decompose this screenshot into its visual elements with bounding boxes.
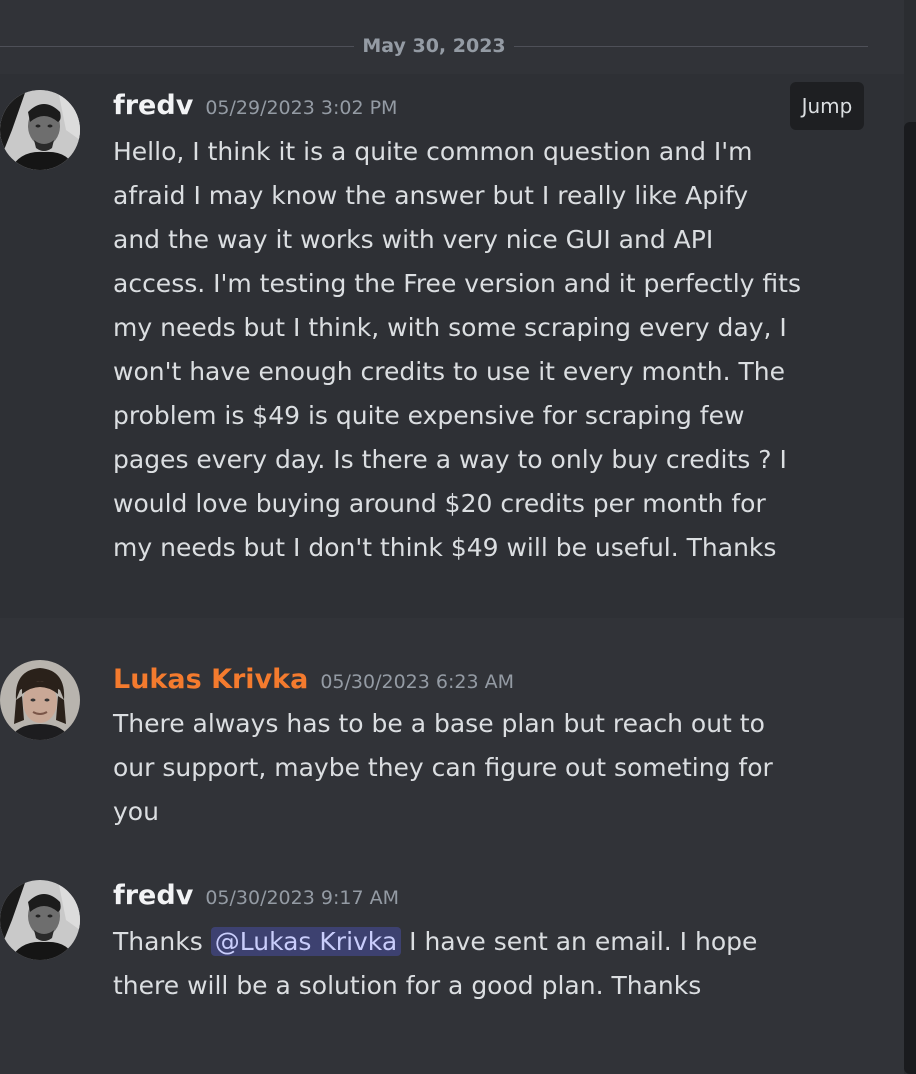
avatar-fredv[interactable] [0,90,80,170]
timestamp: 05/30/2023 6:23 AM [320,671,514,693]
jump-button[interactable]: Jump [790,82,864,130]
username[interactable]: Lukas Krivka [113,664,308,695]
date-divider: May 30, 2023 [0,28,868,64]
username[interactable]: fredv [113,90,193,121]
avatar-fredv[interactable] [0,880,80,960]
timestamp: 05/29/2023 3:02 PM [205,97,398,119]
avatar-fredv-image [0,880,80,960]
scrollbar-thumb[interactable] [904,122,916,1074]
message-content: Hello, I think it is a quite common ques… [113,137,801,562]
message-header: fredv 05/30/2023 9:17 AM [113,878,399,914]
message-1[interactable]: fredv 05/29/2023 3:02 PM Hello, I think i… [0,74,904,618]
message-2[interactable]: Lukas Krivka 05/30/2023 6:23 AM There alw… [0,646,904,836]
avatar-lukas-krivka[interactable] [0,660,80,740]
date-divider-label: May 30, 2023 [362,35,506,57]
message-text-before: Thanks [113,927,211,956]
avatar-lukas-image [0,660,80,740]
message-header: fredv 05/29/2023 3:02 PM [113,88,397,124]
message-header: Lukas Krivka 05/30/2023 6:23 AM [113,662,514,698]
chat-scroll-area[interactable]: May 30, 2023 fredv 05/29/2023 3:02 PM Hel… [0,0,916,1074]
message-3[interactable]: fredv 05/30/2023 9:17 AM Thanks @Lukas Kr… [0,864,904,1054]
divider-line-left [0,46,354,47]
username[interactable]: fredv [113,880,193,911]
message-content: There always has to be a base plan but r… [113,709,773,826]
timestamp: 05/30/2023 9:17 AM [205,887,399,909]
message-content: Thanks @Lukas Krivka I have sent an emai… [113,920,803,1008]
user-mention[interactable]: @Lukas Krivka [210,927,402,956]
avatar-fredv-image [0,90,80,170]
divider-line-right [514,46,868,47]
